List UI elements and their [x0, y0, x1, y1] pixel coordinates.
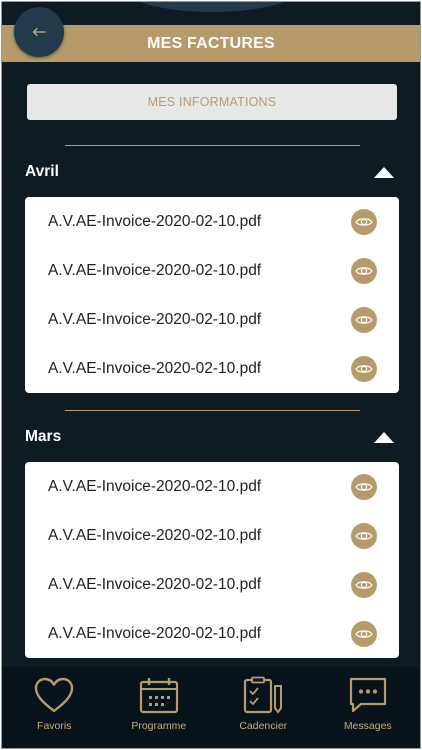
- invoice-row[interactable]: A.V.AE-Invoice-2020-02-10.pdf: [25, 560, 399, 609]
- invoice-filename: A.V.AE-Invoice-2020-02-10.pdf: [48, 212, 262, 230]
- title-bar: MES FACTURES: [2, 25, 420, 62]
- section-title: Avril: [25, 163, 59, 180]
- invoice-list-mars: A.V.AE-Invoice-2020-02-10.pdf A.V.AE-Inv…: [25, 462, 399, 658]
- eye-icon[interactable]: [351, 208, 377, 235]
- nav-label: Programme: [131, 720, 187, 732]
- invoice-list-avril: A.V.AE-Invoice-2020-02-10.pdf A.V.AE-Inv…: [25, 197, 399, 393]
- bottom-nav: Favoris Programme Cadencier Messages: [2, 667, 420, 748]
- chat-icon: [349, 677, 386, 713]
- app-screen: MES FACTURES MES INFORMATIONS Avril A.V.…: [1, 1, 421, 749]
- invoice-row[interactable]: A.V.AE-Invoice-2020-02-10.pdf: [25, 246, 399, 295]
- page-title: MES FACTURES: [147, 34, 275, 52]
- invoice-row[interactable]: A.V.AE-Invoice-2020-02-10.pdf: [25, 609, 399, 658]
- invoice-filename: A.V.AE-Invoice-2020-02-10.pdf: [48, 575, 262, 593]
- collapse-triangle-icon[interactable]: [374, 431, 394, 443]
- invoice-filename: A.V.AE-Invoice-2020-02-10.pdf: [48, 477, 262, 495]
- eye-icon[interactable]: [351, 620, 377, 647]
- invoice-filename: A.V.AE-Invoice-2020-02-10.pdf: [48, 359, 262, 377]
- invoice-row[interactable]: A.V.AE-Invoice-2020-02-10.pdf: [25, 197, 399, 246]
- nav-label: Cadencier: [239, 720, 288, 732]
- nav-favoris[interactable]: Favoris: [7, 667, 102, 732]
- section-title: Mars: [25, 428, 62, 445]
- invoice-row[interactable]: A.V.AE-Invoice-2020-02-10.pdf: [25, 462, 399, 511]
- invoice-filename: A.V.AE-Invoice-2020-02-10.pdf: [48, 310, 262, 328]
- eye-icon[interactable]: [351, 306, 377, 333]
- section-divider: [65, 145, 360, 146]
- nav-programme[interactable]: Programme: [111, 667, 206, 732]
- invoice-filename: A.V.AE-Invoice-2020-02-10.pdf: [48, 624, 262, 642]
- arrow-left-icon: [32, 27, 46, 37]
- heart-icon: [35, 677, 74, 713]
- eye-icon[interactable]: [351, 473, 377, 500]
- eye-icon[interactable]: [351, 355, 377, 382]
- section-header-avril[interactable]: Avril: [25, 160, 397, 184]
- eye-icon[interactable]: [351, 257, 377, 284]
- invoice-row[interactable]: A.V.AE-Invoice-2020-02-10.pdf: [25, 344, 399, 393]
- eye-icon[interactable]: [351, 571, 377, 598]
- eye-icon[interactable]: [351, 522, 377, 549]
- calendar-icon: [139, 678, 178, 714]
- nav-messages[interactable]: Messages: [320, 667, 415, 732]
- section-divider: [65, 410, 360, 411]
- mes-informations-label: MES INFORMATIONS: [147, 95, 277, 109]
- checklist-icon: [244, 676, 283, 714]
- nav-label: Messages: [343, 720, 392, 732]
- invoice-filename: A.V.AE-Invoice-2020-02-10.pdf: [48, 526, 262, 544]
- invoice-filename: A.V.AE-Invoice-2020-02-10.pdf: [48, 261, 262, 279]
- mes-informations-button[interactable]: MES INFORMATIONS: [27, 84, 397, 120]
- invoice-row[interactable]: A.V.AE-Invoice-2020-02-10.pdf: [25, 511, 399, 560]
- nav-cadencier[interactable]: Cadencier: [216, 667, 311, 732]
- nav-label: Favoris: [37, 720, 72, 732]
- collapse-triangle-icon[interactable]: [374, 166, 394, 178]
- back-button[interactable]: [14, 7, 64, 57]
- section-header-mars[interactable]: Mars: [25, 425, 397, 449]
- invoice-row[interactable]: A.V.AE-Invoice-2020-02-10.pdf: [25, 295, 399, 344]
